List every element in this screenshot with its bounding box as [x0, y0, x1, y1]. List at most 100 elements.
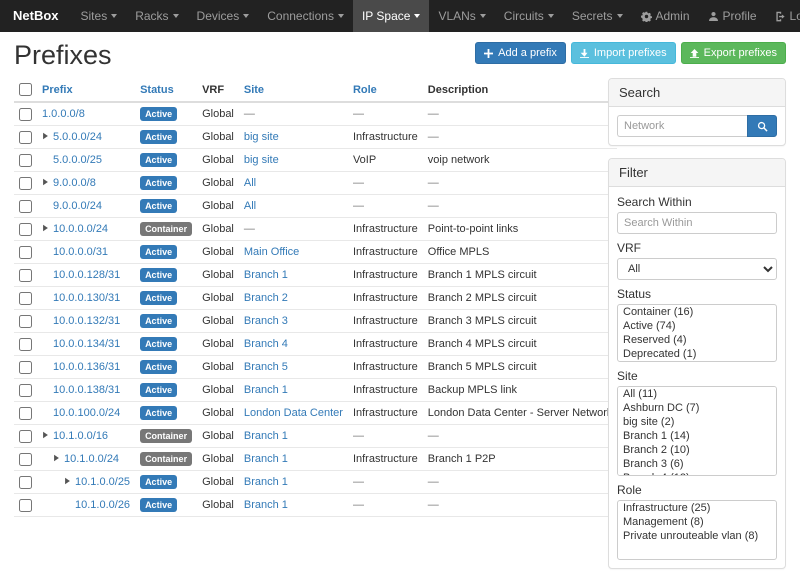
site-link[interactable]: Branch 1 — [244, 384, 288, 396]
search-within-input[interactable] — [617, 212, 777, 234]
row-checkbox[interactable] — [19, 338, 32, 351]
site-listbox[interactable]: All (11)Ashburn DC (7)big site (2)Branch… — [617, 386, 777, 476]
site-link[interactable]: Branch 4 — [244, 338, 288, 350]
site-link[interactable]: Branch 1 — [244, 453, 288, 465]
site-listbox-option[interactable]: Branch 1 (14) — [618, 429, 776, 443]
table-row: 5.0.0.0/24ActiveGlobalbig siteInfrastruc… — [14, 126, 617, 149]
export-prefixes-button[interactable]: Export prefixes — [681, 42, 786, 64]
prefix-link[interactable]: 5.0.0.0/24 — [53, 131, 102, 143]
expand-arrow-icon[interactable] — [42, 431, 49, 439]
add-a-prefix-button[interactable]: Add a prefix — [475, 42, 566, 64]
prefix-link[interactable]: 9.0.0.0/24 — [53, 200, 102, 212]
row-checkbox[interactable] — [19, 200, 32, 213]
site-link[interactable]: London Data Center — [244, 407, 343, 419]
nav-item-log-out[interactable]: Log out — [766, 0, 800, 32]
expand-arrow-icon[interactable] — [42, 132, 49, 140]
row-checkbox[interactable] — [19, 476, 32, 489]
status-listbox-option[interactable]: Active (74) — [618, 319, 776, 333]
status-listbox-option[interactable]: Container (16) — [618, 305, 776, 319]
row-checkbox[interactable] — [19, 499, 32, 512]
import-prefixes-button[interactable]: Import prefixes — [571, 42, 676, 64]
expand-arrow-icon[interactable] — [64, 477, 71, 485]
prefix-link[interactable]: 10.1.0.0/26 — [75, 499, 130, 511]
column-header-status[interactable]: Status — [135, 78, 197, 102]
row-checkbox[interactable] — [19, 223, 32, 236]
expand-arrow-icon[interactable] — [53, 454, 60, 462]
site-listbox-option[interactable]: Branch 4 (12) — [618, 471, 776, 476]
site-link[interactable]: Branch 2 — [244, 292, 288, 304]
prefix-link[interactable]: 10.0.0.128/31 — [53, 269, 120, 281]
select-all-checkbox[interactable] — [19, 83, 32, 96]
nav-item-circuits[interactable]: Circuits — [495, 0, 563, 32]
expand-arrow-icon[interactable] — [42, 178, 49, 186]
expand-arrow-icon[interactable] — [42, 224, 49, 232]
prefix-link[interactable]: 10.1.0.0/16 — [53, 430, 108, 442]
site-link[interactable]: big site — [244, 154, 279, 166]
prefix-link[interactable]: 10.1.0.0/25 — [75, 476, 130, 488]
site-link[interactable]: Branch 1 — [244, 476, 288, 488]
row-checkbox[interactable] — [19, 407, 32, 420]
status-listbox-option[interactable]: Deprecated (1) — [618, 347, 776, 361]
nav-item-ip-space[interactable]: IP Space — [353, 0, 429, 32]
prefix-link[interactable]: 10.0.0.130/31 — [53, 292, 120, 304]
row-checkbox[interactable] — [19, 292, 32, 305]
column-header-site[interactable]: Site — [239, 78, 348, 102]
status-listbox-option[interactable]: Reserved (4) — [618, 333, 776, 347]
row-checkbox[interactable] — [19, 246, 32, 259]
site-link[interactable]: All — [244, 200, 256, 212]
nav-item-racks[interactable]: Racks — [126, 0, 187, 32]
site-link[interactable]: Main Office — [244, 246, 299, 258]
site-listbox-option[interactable]: All (11) — [618, 387, 776, 401]
row-checkbox[interactable] — [19, 361, 32, 374]
prefix-link[interactable]: 10.0.0.138/31 — [53, 384, 120, 396]
site-link[interactable]: Branch 1 — [244, 430, 288, 442]
site-link[interactable]: Branch 1 — [244, 269, 288, 281]
prefix-link[interactable]: 10.0.0.0/24 — [53, 223, 108, 235]
column-header-prefix[interactable]: Prefix — [37, 78, 135, 102]
site-link[interactable]: Branch 5 — [244, 361, 288, 373]
site-listbox-option[interactable]: Branch 2 (10) — [618, 443, 776, 457]
search-input[interactable] — [617, 115, 747, 137]
row-checkbox[interactable] — [19, 453, 32, 466]
site-link[interactable]: Branch 3 — [244, 315, 288, 327]
site-listbox-option[interactable]: big site (2) — [618, 415, 776, 429]
brand[interactable]: NetBox — [0, 0, 72, 32]
row-checkbox[interactable] — [19, 131, 32, 144]
nav-item-sites[interactable]: Sites — [72, 0, 127, 32]
prefix-link[interactable]: 1.0.0.0/8 — [42, 108, 85, 120]
nav-item-secrets[interactable]: Secrets — [563, 0, 632, 32]
vrf-select[interactable]: All — [617, 258, 777, 280]
search-button[interactable] — [747, 115, 777, 137]
row-checkbox[interactable] — [19, 269, 32, 282]
row-checkbox[interactable] — [19, 108, 32, 121]
column-header-role[interactable]: Role — [348, 78, 423, 102]
status-listbox[interactable]: Container (16)Active (74)Reserved (4)Dep… — [617, 304, 777, 362]
role-listbox-option[interactable]: Private unrouteable vlan (8) — [618, 529, 776, 543]
row-checkbox[interactable] — [19, 177, 32, 190]
site-link[interactable]: All — [244, 177, 256, 189]
prefix-link[interactable]: 10.0.0.0/31 — [53, 246, 108, 258]
site-link[interactable]: Branch 1 — [244, 499, 288, 511]
prefix-link[interactable]: 9.0.0.0/8 — [53, 177, 96, 189]
site-link[interactable]: big site — [244, 131, 279, 143]
nav-item-profile[interactable]: Profile — [699, 0, 766, 32]
row-checkbox[interactable] — [19, 384, 32, 397]
nav-item-devices[interactable]: Devices — [188, 0, 259, 32]
row-checkbox[interactable] — [19, 154, 32, 167]
role-listbox-option[interactable]: Management (8) — [618, 515, 776, 529]
role-listbox-option[interactable]: Infrastructure (25) — [618, 501, 776, 515]
prefix-link[interactable]: 10.0.0.134/31 — [53, 338, 120, 350]
site-listbox-option[interactable]: Branch 3 (6) — [618, 457, 776, 471]
nav-item-vlans[interactable]: VLANs — [429, 0, 494, 32]
prefix-link[interactable]: 10.0.100.0/24 — [53, 407, 120, 419]
prefix-link[interactable]: 5.0.0.0/25 — [53, 154, 102, 166]
prefix-link[interactable]: 10.1.0.0/24 — [64, 453, 119, 465]
prefix-link[interactable]: 10.0.0.132/31 — [53, 315, 120, 327]
nav-item-connections[interactable]: Connections — [258, 0, 353, 32]
row-checkbox[interactable] — [19, 315, 32, 328]
role-listbox[interactable]: Infrastructure (25)Management (8)Private… — [617, 500, 777, 560]
site-listbox-option[interactable]: Ashburn DC (7) — [618, 401, 776, 415]
prefix-link[interactable]: 10.0.0.136/31 — [53, 361, 120, 373]
row-checkbox[interactable] — [19, 430, 32, 443]
nav-item-admin[interactable]: Admin — [632, 0, 699, 32]
